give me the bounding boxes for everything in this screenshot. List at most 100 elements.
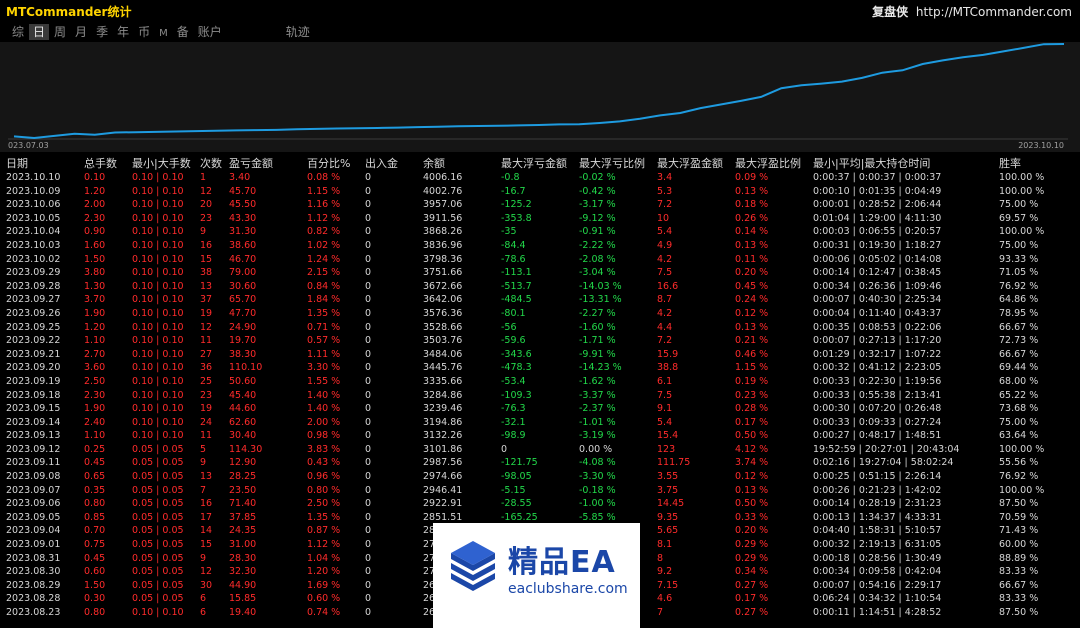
table-row[interactable]: 2023.09.14 2.40 0.10 | 0.10 24 62.60 2.00 % 0 3… [0,416,1058,430]
table-row[interactable]: 2023.10.04 0.90 0.10 | 0.10 9 31.30 0.82 % 0 38… [0,225,1058,239]
table-row[interactable]: 2023.09.18 2.30 0.10 | 0.10 23 45.40 1.40 % 0 3… [0,389,1058,403]
tab-6[interactable]: 币 [134,24,154,40]
max-float-profit-cell: 111.75 [657,457,691,469]
tab-7[interactable]: M [155,26,172,42]
table-row[interactable]: 2023.10.02 1.50 0.10 | 0.10 15 46.70 1.24 % 0 3… [0,253,1058,267]
tab-9[interactable]: 账户 [194,24,226,40]
table-row[interactable]: 2023.09.15 1.90 0.10 | 0.10 19 44.60 1.40 % 0 3… [0,402,1058,416]
table-row[interactable]: 2023.09.22 1.10 0.10 | 0.10 11 19.70 0.57 % 0 3… [0,334,1058,348]
column-header-10[interactable]: 最大浮盈金额 [651,155,729,171]
balance-cell: 3957.06 [423,199,463,211]
percent-cell: 1.12 % [307,539,341,551]
column-header-13[interactable]: 胜率 [993,155,1058,171]
total-lots-cell: 1.10 [84,335,106,347]
percent-cell: 0.80 % [307,484,341,496]
column-header-1[interactable]: 总手数 [78,155,126,171]
balance-cell: 3911.56 [423,212,463,224]
table-row[interactable]: 2023.10.09 1.20 0.10 | 0.10 12 45.70 1.15 % 0 4… [0,185,1058,199]
column-header-4[interactable]: 盈亏金额 [223,155,301,171]
max-float-loss-ratio-cell: -0.91 % [579,226,616,238]
count-cell: 17 [200,511,213,523]
column-header-7[interactable]: 余额 [417,155,495,171]
tab-5[interactable]: 年 [113,24,133,40]
win-rate-cell: 83.33 % [999,593,1039,605]
count-cell: 12 [200,185,213,197]
column-header-3[interactable]: 次数 [194,155,223,171]
percent-cell: 1.84 % [307,294,341,306]
table-row[interactable]: 2023.09.19 2.50 0.10 | 0.10 25 50.60 1.55 % 0 3… [0,375,1058,389]
max-float-loss-ratio-cell: -2.22 % [579,239,616,251]
min-max-lots-cell: 0.05 | 0.05 [132,471,184,483]
hold-time-cell: 0:04:40 | 1:58:31 | 5:10:57 [813,525,942,537]
max-float-profit-cell: 5.4 [657,416,673,428]
balance-cell: 3132.26 [423,430,463,442]
tab-10[interactable]: 轨迹 [282,24,314,40]
date-cell: 2023.09.26 [6,307,61,319]
max-float-profit-cell: 5.3 [657,185,673,197]
column-header-11[interactable]: 最大浮盈比例 [729,155,807,171]
table-row[interactable]: 2023.09.26 1.90 0.10 | 0.10 19 47.70 1.35 % 0 3… [0,307,1058,321]
win-rate-cell: 93.33 % [999,253,1039,265]
tab-8[interactable]: 备 [173,24,193,40]
table-row[interactable]: 2023.09.08 0.65 0.05 | 0.05 13 28.25 0.96 % 0 2… [0,470,1058,484]
deposit-cell: 0 [365,403,372,415]
win-rate-cell: 76.92 % [999,471,1039,483]
table-row[interactable]: 2023.09.07 0.35 0.05 | 0.05 7 23.50 0.80 % 0 29… [0,484,1058,498]
table-row[interactable]: 2023.09.29 3.80 0.10 | 0.10 38 79.00 2.15 % 0 3… [0,266,1058,280]
max-float-loss-ratio-cell: -1.71 % [579,335,616,347]
brand-url-link[interactable]: http://MTCommander.com [916,5,1072,19]
percent-cell: 1.04 % [307,552,341,564]
column-header-0[interactable]: 日期 [0,155,78,171]
column-header-2[interactable]: 最小|大手数 [126,155,194,171]
column-header-9[interactable]: 最大浮亏比例 [573,155,651,171]
total-lots-cell: 0.10 [84,172,106,183]
column-header-5[interactable]: 百分比% [301,155,359,171]
table-row[interactable]: 2023.09.11 0.45 0.05 | 0.05 9 12.90 0.43 % 0 29… [0,456,1058,470]
deposit-cell: 0 [365,593,372,605]
column-header-6[interactable]: 出入金 [359,155,417,171]
win-rate-cell: 83.33 % [999,566,1039,578]
max-float-profit-cell: 9.1 [657,403,673,415]
table-row[interactable]: 2023.09.21 2.70 0.10 | 0.10 27 38.30 1.11 % 0 3… [0,348,1058,362]
table-row[interactable]: 2023.10.06 2.00 0.10 | 0.10 20 45.50 1.16 % 0 3… [0,198,1058,212]
table-row[interactable]: 2023.09.25 1.20 0.10 | 0.10 12 24.90 0.71 % 0 3… [0,321,1058,335]
tab-3[interactable]: 月 [71,24,91,40]
deposit-cell: 0 [365,321,372,333]
hold-time-cell: 0:00:33 | 0:22:30 | 1:19:56 [813,375,942,387]
tab-4[interactable]: 季 [92,24,112,40]
percent-cell: 2.15 % [307,267,341,279]
table-row[interactable]: 2023.09.12 0.25 0.05 | 0.05 5 114.30 3.83 % 0 3… [0,443,1058,457]
total-lots-cell: 0.25 [84,443,106,455]
win-rate-cell: 87.50 % [999,498,1039,510]
max-float-loss-cell: -0.8 [501,172,520,183]
table-row[interactable]: 2023.10.03 1.60 0.10 | 0.10 16 38.60 1.02 % 0 3… [0,239,1058,253]
min-max-lots-cell: 0.10 | 0.10 [132,280,184,292]
max-float-profit-cell: 6.1 [657,375,673,387]
column-header-8[interactable]: 最大浮亏金额 [495,155,573,171]
max-float-profit-cell: 4.9 [657,239,673,251]
table-row[interactable]: 2023.09.28 1.30 0.10 | 0.10 13 30.60 0.84 % 0 3… [0,280,1058,294]
total-lots-cell: 0.35 [84,484,106,496]
tab-0[interactable]: 综 [8,24,28,40]
pnl-cell: 23.50 [229,484,257,496]
table-row[interactable]: 2023.09.20 3.60 0.10 | 0.10 36 110.10 3.30 % 0… [0,361,1058,375]
deposit-cell: 0 [365,607,372,618]
table-row[interactable]: 2023.09.13 1.10 0.10 | 0.10 11 30.40 0.98 % 0 3… [0,429,1058,443]
total-lots-cell: 1.60 [84,239,106,251]
deposit-cell: 0 [365,579,372,591]
table-row[interactable]: 2023.10.05 2.30 0.10 | 0.10 23 43.30 1.12 % 0 3… [0,212,1058,226]
balance-cell: 2987.56 [423,457,463,469]
tab-1[interactable]: 日 [29,24,50,40]
table-row[interactable]: 2023.09.06 0.80 0.05 | 0.05 16 71.40 2.50 % 0 2… [0,497,1058,511]
date-cell: 2023.09.12 [6,443,61,455]
table-row[interactable]: 2023.09.27 3.70 0.10 | 0.10 37 65.70 1.84 % 0 3… [0,293,1058,307]
date-cell: 2023.08.28 [6,593,61,605]
tab-2[interactable]: 周 [50,24,70,40]
total-lots-cell: 0.45 [84,552,106,564]
balance-cell: 2922.91 [423,498,463,510]
table-row[interactable]: 2023.10.10 0.10 0.10 | 0.10 1 3.40 0.08 % 0 400… [0,171,1058,185]
column-header-12[interactable]: 最小|平均|最大持仓时间 [807,155,993,171]
pnl-cell: 50.60 [229,375,257,387]
balance-cell: 3194.86 [423,416,463,428]
percent-cell: 1.40 % [307,403,341,415]
